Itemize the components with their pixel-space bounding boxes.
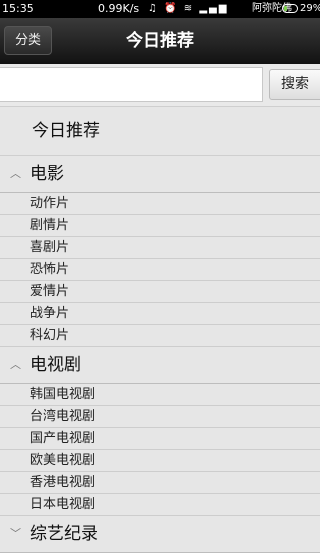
group-header[interactable]: ︿ 电影: [0, 156, 320, 193]
sub-category-item[interactable]: 台湾电视剧: [0, 406, 320, 428]
status-time: 15:35: [2, 2, 34, 15]
status-network-speed: 0.99K/s: [98, 2, 140, 15]
sub-category-item[interactable]: 香港电视剧: [0, 472, 320, 494]
sub-category-item[interactable]: 喜剧片: [0, 237, 320, 259]
battery-icon: [282, 4, 298, 13]
sub-category-item[interactable]: 国产电视剧: [0, 428, 320, 450]
sub-category-item[interactable]: 欧美电视剧: [0, 450, 320, 472]
sub-category-item[interactable]: 剧情片: [0, 215, 320, 237]
status-icons: ♫ ⏰ ≋ ▂▄▆: [148, 3, 229, 14]
category-button[interactable]: 分类: [4, 26, 52, 55]
search-input[interactable]: [0, 67, 263, 102]
search-bar: 搜索: [0, 64, 320, 107]
title-bar: 今日推荐 分类: [0, 18, 320, 65]
chevron-up-icon: ︿: [10, 167, 21, 180]
list-item-today-recommend[interactable]: 今日推荐: [0, 107, 320, 156]
sub-category-item[interactable]: 韩国电视剧: [0, 384, 320, 406]
battery-level: [284, 6, 287, 11]
group-label: 综艺纪录: [30, 524, 98, 544]
category-list: 今日推荐 ︿ 电影动作片 剧情片 喜剧片 恐怖片 爱情片 战争片 科幻片 ︿ 电视剧韩国电视剧 台湾…: [0, 107, 320, 553]
sub-category-item[interactable]: 恐怖片: [0, 259, 320, 281]
sub-category-item[interactable]: 爱情片: [0, 281, 320, 303]
status-battery-percent: 29%: [300, 3, 320, 14]
sub-category-item[interactable]: 动作片: [0, 193, 320, 215]
search-button[interactable]: 搜索: [269, 69, 320, 100]
group-header[interactable]: ︿ 电视剧: [0, 347, 320, 384]
chevron-up-icon: ︿: [10, 358, 21, 371]
sub-category-item[interactable]: 战争片: [0, 303, 320, 325]
chevron-down-icon: ﹀: [10, 527, 21, 540]
status-bar: 15:35 0.99K/s ♫ ⏰ ≋ ▂▄▆ 阿弥陀佛 29%: [0, 0, 320, 18]
group-label: 电视剧: [30, 355, 81, 375]
group-label: 电影: [30, 164, 64, 184]
sub-category-item[interactable]: 科幻片: [0, 325, 320, 347]
sub-category-item[interactable]: 日本电视剧: [0, 494, 320, 516]
